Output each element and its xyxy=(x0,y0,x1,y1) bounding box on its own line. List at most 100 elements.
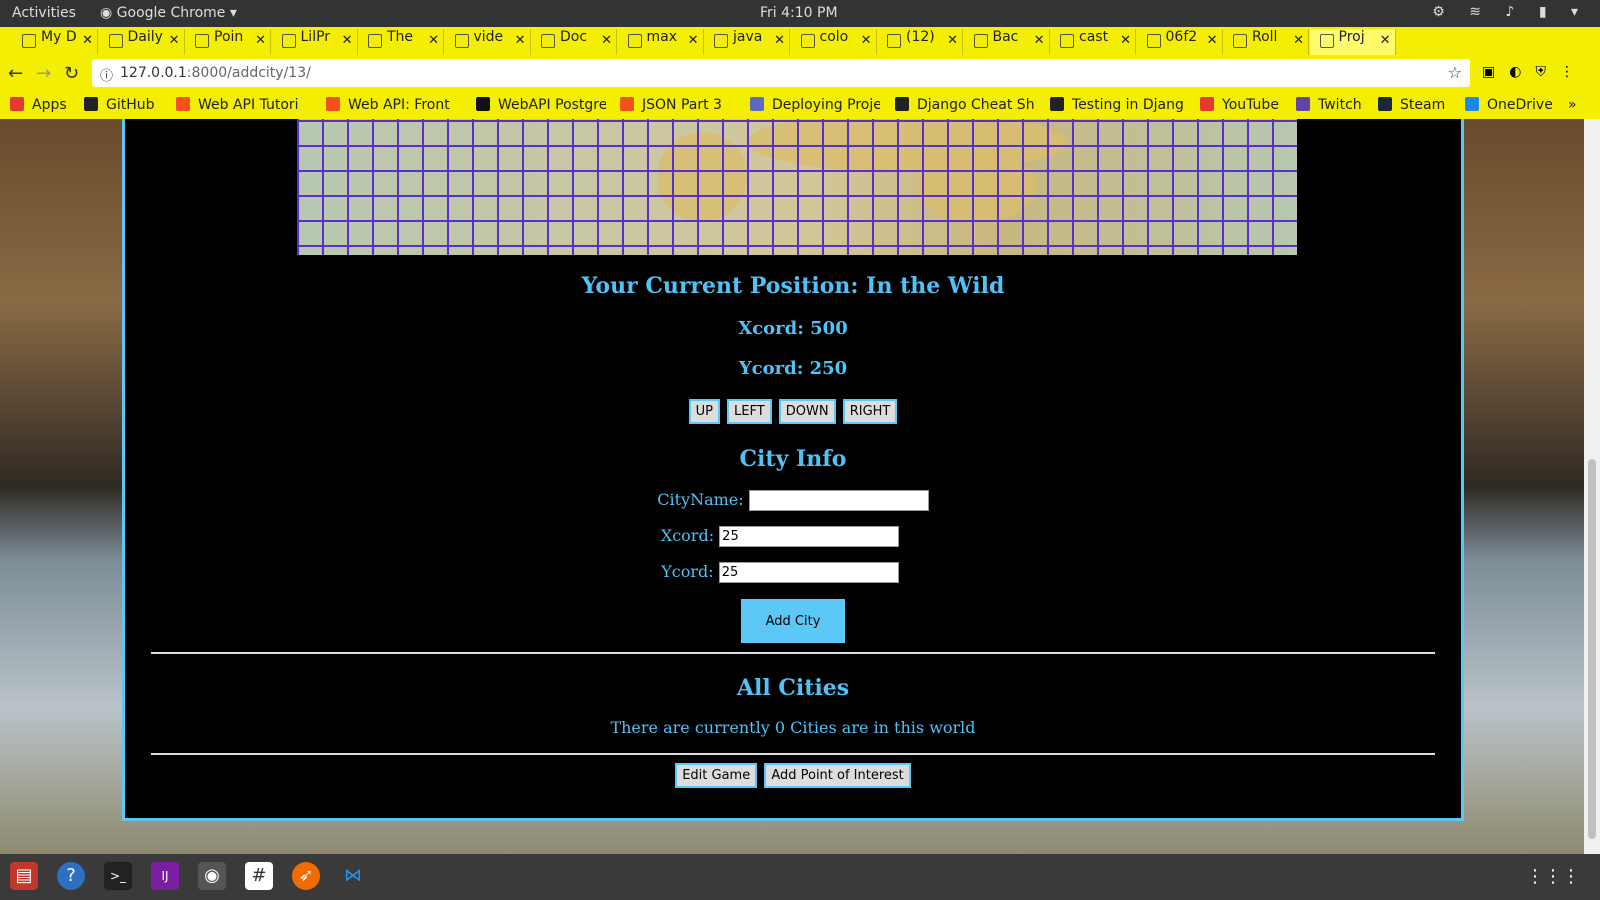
terminal-icon[interactable]: >_ xyxy=(104,862,132,890)
close-icon[interactable]: ✕ xyxy=(82,33,93,48)
vscode-icon[interactable]: ⋈ xyxy=(339,862,367,890)
cloud-icon xyxy=(714,34,728,48)
bookmark-item[interactable]: GitHub xyxy=(84,97,155,113)
help-icon[interactable]: ? xyxy=(57,862,85,890)
add-city-button[interactable]: Add City xyxy=(741,599,845,643)
close-icon[interactable]: ✕ xyxy=(861,33,872,48)
close-icon[interactable]: ✕ xyxy=(1293,33,1304,48)
tab[interactable]: vide ✕ xyxy=(445,29,531,55)
bookmark-star-icon[interactable]: ☆ xyxy=(1448,63,1462,82)
tab[interactable]: max ✕ xyxy=(618,29,704,55)
tab[interactable]: Daily ✕ xyxy=(99,29,185,55)
xcord-input[interactable] xyxy=(719,526,900,547)
close-icon[interactable]: ✕ xyxy=(255,33,266,48)
ycord-input[interactable] xyxy=(718,562,899,583)
bookmark-item[interactable]: Testing in Djang xyxy=(1050,97,1184,113)
add-poi-button[interactable]: Add Point of Interest xyxy=(764,763,911,788)
bookmark-item[interactable]: Steam xyxy=(1378,97,1445,113)
bookmark-item[interactable]: Web API: Front xyxy=(326,97,450,113)
close-icon[interactable]: ✕ xyxy=(601,33,612,48)
bookmark-favicon-icon xyxy=(476,97,490,111)
tab[interactable]: LilPr ✕ xyxy=(272,29,358,55)
close-icon[interactable]: ✕ xyxy=(1120,33,1131,48)
clock[interactable]: Fri 4:10 PM xyxy=(760,5,838,21)
tab-label: LilPr xyxy=(300,29,331,45)
extension-icons[interactable]: ▣◐⛨⋮ xyxy=(1482,64,1588,80)
forward-icon[interactable]: → xyxy=(36,63,51,84)
drive-icon xyxy=(22,34,36,48)
info-icon[interactable]: ⓘ xyxy=(100,65,113,84)
close-icon[interactable]: ✕ xyxy=(947,33,958,48)
bookmark-label: Twitch xyxy=(1318,97,1362,113)
docs-icon xyxy=(108,34,123,48)
back-icon[interactable]: ← xyxy=(8,63,23,84)
bookmark-item[interactable]: Apps xyxy=(10,97,67,113)
tab[interactable]: java ✕ xyxy=(704,29,790,55)
xcord-label: Xcord: xyxy=(660,526,715,545)
bookmark-favicon-icon xyxy=(84,97,98,111)
bookmark-item[interactable]: OneDrive xyxy=(1465,97,1553,113)
bookmark-item[interactable]: YouTube xyxy=(1200,97,1279,113)
close-icon[interactable]: ✕ xyxy=(1034,33,1045,48)
intellij-icon[interactable]: IJ xyxy=(151,862,179,890)
close-icon[interactable]: ✕ xyxy=(342,33,353,48)
bookmark-item[interactable]: WebAPI Postgre xyxy=(476,97,606,113)
bookmark-item[interactable]: Deploying Proje xyxy=(750,97,880,113)
chrome-icon[interactable]: ◉ xyxy=(198,862,226,890)
tab[interactable]: Bac ✕ xyxy=(964,29,1050,55)
google-icon xyxy=(800,34,815,48)
tab[interactable]: Roll ✕ xyxy=(1223,29,1309,55)
move-left-button[interactable]: LEFT xyxy=(727,399,772,424)
activities-button[interactable]: Activities xyxy=(12,5,76,21)
close-icon[interactable]: ✕ xyxy=(428,33,439,48)
close-icon[interactable]: ✕ xyxy=(515,33,526,48)
bookmark-item[interactable]: Web API Tutori xyxy=(176,97,299,113)
page-scrollbar[interactable] xyxy=(1584,119,1600,854)
close-icon[interactable]: ✕ xyxy=(1380,33,1391,48)
google-icon xyxy=(454,34,469,48)
system-tray[interactable]: ⚙ ≋ ♪ ▮ ▾ xyxy=(1432,4,1588,20)
tab[interactable]: 06f2 ✕ xyxy=(1137,29,1223,55)
reload-icon[interactable]: ↻ xyxy=(64,63,79,84)
tab[interactable]: cast ✕ xyxy=(1050,29,1136,55)
bookmark-item[interactable]: Twitch xyxy=(1296,97,1362,113)
move-down-button[interactable]: DOWN xyxy=(778,399,836,424)
app-menu[interactable]: ◉ Google Chrome ▾ xyxy=(100,5,237,21)
tab[interactable]: Proj ✕ xyxy=(1309,29,1396,55)
files-icon[interactable]: ▤ xyxy=(10,862,38,890)
b-icon xyxy=(973,34,988,48)
close-icon[interactable]: ✕ xyxy=(1207,33,1218,48)
world-map[interactable] xyxy=(297,119,1297,255)
tab-label: My D xyxy=(41,29,77,45)
bookmark-favicon-icon xyxy=(326,97,340,111)
cityname-input[interactable] xyxy=(748,490,929,511)
bookmark-favicon-icon xyxy=(1200,97,1214,111)
app-name: Google Chrome xyxy=(116,5,226,21)
position-title: Your Current Position: In the Wild xyxy=(581,273,1005,299)
postman-icon[interactable]: ➶ xyxy=(292,862,320,890)
close-icon[interactable]: ✕ xyxy=(774,33,785,48)
tab[interactable]: Doc ✕ xyxy=(531,29,617,55)
slack-icon[interactable]: # xyxy=(245,862,273,890)
close-icon[interactable]: ✕ xyxy=(169,33,180,48)
tab-label: java xyxy=(733,29,763,45)
bookmark-item[interactable]: JSON Part 3 xyxy=(620,97,722,113)
tab[interactable]: The ✕ xyxy=(358,29,444,55)
bookmark-item[interactable]: Django Cheat Sh xyxy=(895,97,1035,113)
tab[interactable]: My D ✕ xyxy=(12,29,98,55)
tab-label: Poin xyxy=(214,29,244,45)
move-right-button[interactable]: RIGHT xyxy=(842,399,898,424)
tab[interactable]: (12) ✕ xyxy=(877,29,963,55)
page-icon xyxy=(627,34,642,48)
move-up-button[interactable]: UP xyxy=(688,399,720,424)
scrollbar-thumb[interactable] xyxy=(1588,459,1596,839)
tab[interactable]: colo ✕ xyxy=(791,29,877,55)
tab[interactable]: Poin ✕ xyxy=(185,29,271,55)
close-icon[interactable]: ✕ xyxy=(688,33,699,48)
edit-game-button[interactable]: Edit Game xyxy=(675,763,758,788)
address-bar[interactable]: ⓘ 127.0.0.1:8000/addcity/13/ ☆ xyxy=(92,59,1470,87)
tab-label: (12) xyxy=(906,29,935,45)
move-controls: UP LEFT DOWN RIGHT xyxy=(125,399,1461,424)
bookmarks-overflow-icon[interactable]: » xyxy=(1568,97,1577,113)
app-grid-icon[interactable]: ⋮⋮⋮ xyxy=(1526,866,1580,887)
